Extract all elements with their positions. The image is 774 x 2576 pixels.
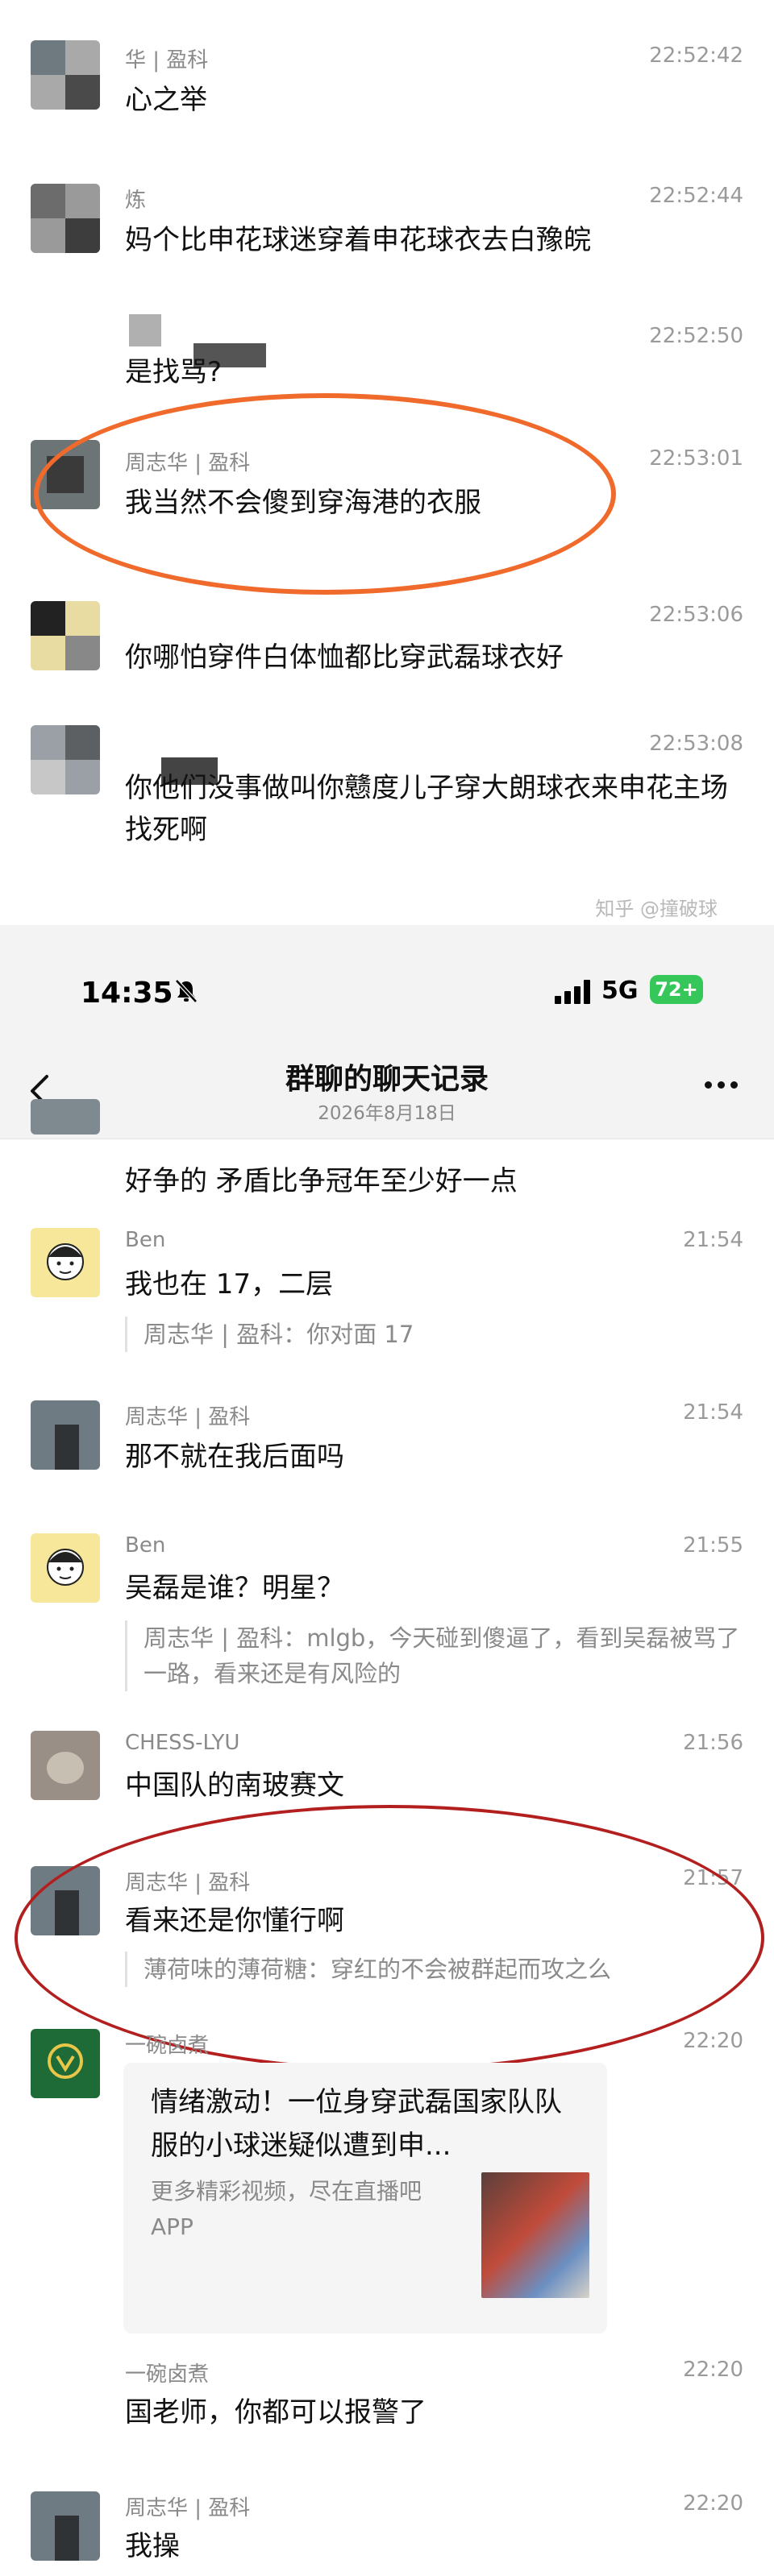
message-text: 那不就在我后面吗 <box>125 1441 344 1473</box>
avatar[interactable] <box>31 184 100 253</box>
quoted-message[interactable]: 薄荷味的薄荷糖：穿红的不会被群起而攻之么 <box>125 1952 742 1987</box>
avatar[interactable] <box>31 1228 100 1297</box>
message-text: 我也在 17，二层 <box>125 1268 334 1300</box>
sender-name: 周志华 | 盈科 <box>125 1405 251 1429</box>
avatar[interactable] <box>31 1866 100 1935</box>
page-title: 群聊的聊天记录 <box>285 1063 489 1096</box>
message-text: 中国队的南玻赛文 <box>125 1769 344 1802</box>
avatar[interactable] <box>31 2491 100 2561</box>
timestamp: 22:20 <box>683 2358 743 2382</box>
timestamp: 22:20 <box>683 2491 743 2516</box>
network-type: 5G <box>601 977 639 1005</box>
navigation-bar: 群聊的聊天记录 2026年8月18日 <box>0 1044 774 1139</box>
avatar[interactable] <box>31 1731 100 1800</box>
sender-name: 一碗卤煮 <box>125 2362 210 2387</box>
message-text: 妈个比申花球迷穿着申花球衣去白豫皖 <box>125 224 591 256</box>
timestamp: 22:52:50 <box>649 324 743 348</box>
avatar[interactable] <box>31 1099 100 1135</box>
bell-off-icon <box>175 979 198 1003</box>
group-chat-history-screen: 14:35 5G 72+ 群聊的聊天记录 2026年8月18日 好争的 矛盾比争… <box>0 925 774 2576</box>
avatar[interactable] <box>31 40 100 110</box>
timestamp: 22:52:44 <box>649 184 743 208</box>
timestamp: 22:53:01 <box>649 446 743 471</box>
timestamp: 21:54 <box>683 1228 743 1252</box>
message-text: 好争的 矛盾比争冠年至少好一点 <box>125 1165 518 1197</box>
avatar[interactable] <box>31 601 100 670</box>
signal-icon <box>555 980 593 1004</box>
sender-name: 华 | 盈科 <box>125 48 209 73</box>
timestamp: 21:56 <box>683 1731 743 1755</box>
message-text: 心之举 <box>125 84 207 116</box>
timestamp: 22:52:42 <box>649 44 743 68</box>
message-text: 我当然不会傻到穿海港的衣服 <box>125 487 481 519</box>
watermark: 知乎 @撞破球 <box>595 898 718 920</box>
timestamp: 22:20 <box>683 2029 743 2053</box>
message-text: 看来还是你懂行啊 <box>125 1905 344 1937</box>
timestamp: 22:53:06 <box>649 603 743 627</box>
message-text: 国老师，你都可以报警了 <box>125 2396 427 2429</box>
clock: 14:35 <box>81 977 173 1010</box>
sender-name: 周志华 | 盈科 <box>125 1871 251 1895</box>
page-subtitle: 2026年8月18日 <box>318 1103 456 1124</box>
avatar[interactable] <box>31 1400 100 1470</box>
sender-name: Ben <box>125 1228 166 1252</box>
link-card-thumbnail <box>481 2172 589 2298</box>
status-bar: 14:35 5G 72+ <box>0 925 774 1044</box>
avatar[interactable] <box>31 1533 100 1603</box>
message-text: 吴磊是谁？明星？ <box>125 1572 344 1604</box>
message-text: 我操 <box>125 2530 180 2562</box>
message-text: 是找骂? <box>125 356 223 388</box>
message-text: 你他们没事做叫你戆度儿子穿大朗球衣来申花主场找死啊 <box>125 772 728 846</box>
timestamp: 21:57 <box>683 1866 743 1890</box>
quoted-message[interactable]: 周志华 | 盈科：mlgb，今天碰到傻逼了，看到吴磊被骂了一路，看来还是有风险的 <box>125 1620 742 1691</box>
sender-name: 周志华 | 盈科 <box>125 2496 251 2520</box>
timestamp: 22:53:08 <box>649 732 743 756</box>
avatar[interactable] <box>31 2029 100 2098</box>
sender-name: 周志华 | 盈科 <box>125 451 251 475</box>
avatar[interactable] <box>31 725 100 794</box>
sender-name: Ben <box>125 1533 166 1558</box>
quoted-message[interactable]: 周志华 | 盈科：你对面 17 <box>125 1317 742 1352</box>
sender-name: CHESS-LYU <box>125 1731 240 1755</box>
timestamp: 21:55 <box>683 1533 743 1558</box>
sender-name: 炼 <box>125 189 147 213</box>
top-chat-screenshot: 华 | 盈科 22:52:42 心之举 炼 22:52:44 妈个比申花球迷穿着… <box>0 0 774 925</box>
link-card[interactable]: 情绪激动！一位身穿武磊国家队队服的小球迷疑似遭到申... 更多精彩视频，尽在直播… <box>123 2063 607 2333</box>
avatar[interactable] <box>129 314 161 346</box>
avatar[interactable] <box>31 440 100 509</box>
battery-icon: 72+ <box>650 975 703 1004</box>
link-card-title: 情绪激动！一位身穿武磊国家队队服的小球迷疑似遭到申... <box>151 2086 562 2162</box>
link-card-description: 更多精彩视频，尽在直播吧APP <box>151 2178 422 2240</box>
timestamp: 21:54 <box>683 1400 743 1425</box>
sender-name: 一碗卤煮 <box>125 2034 210 2058</box>
more-icon[interactable] <box>701 1078 742 1094</box>
message-text: 你哪怕穿件白体恤都比穿武磊球衣好 <box>125 641 564 674</box>
